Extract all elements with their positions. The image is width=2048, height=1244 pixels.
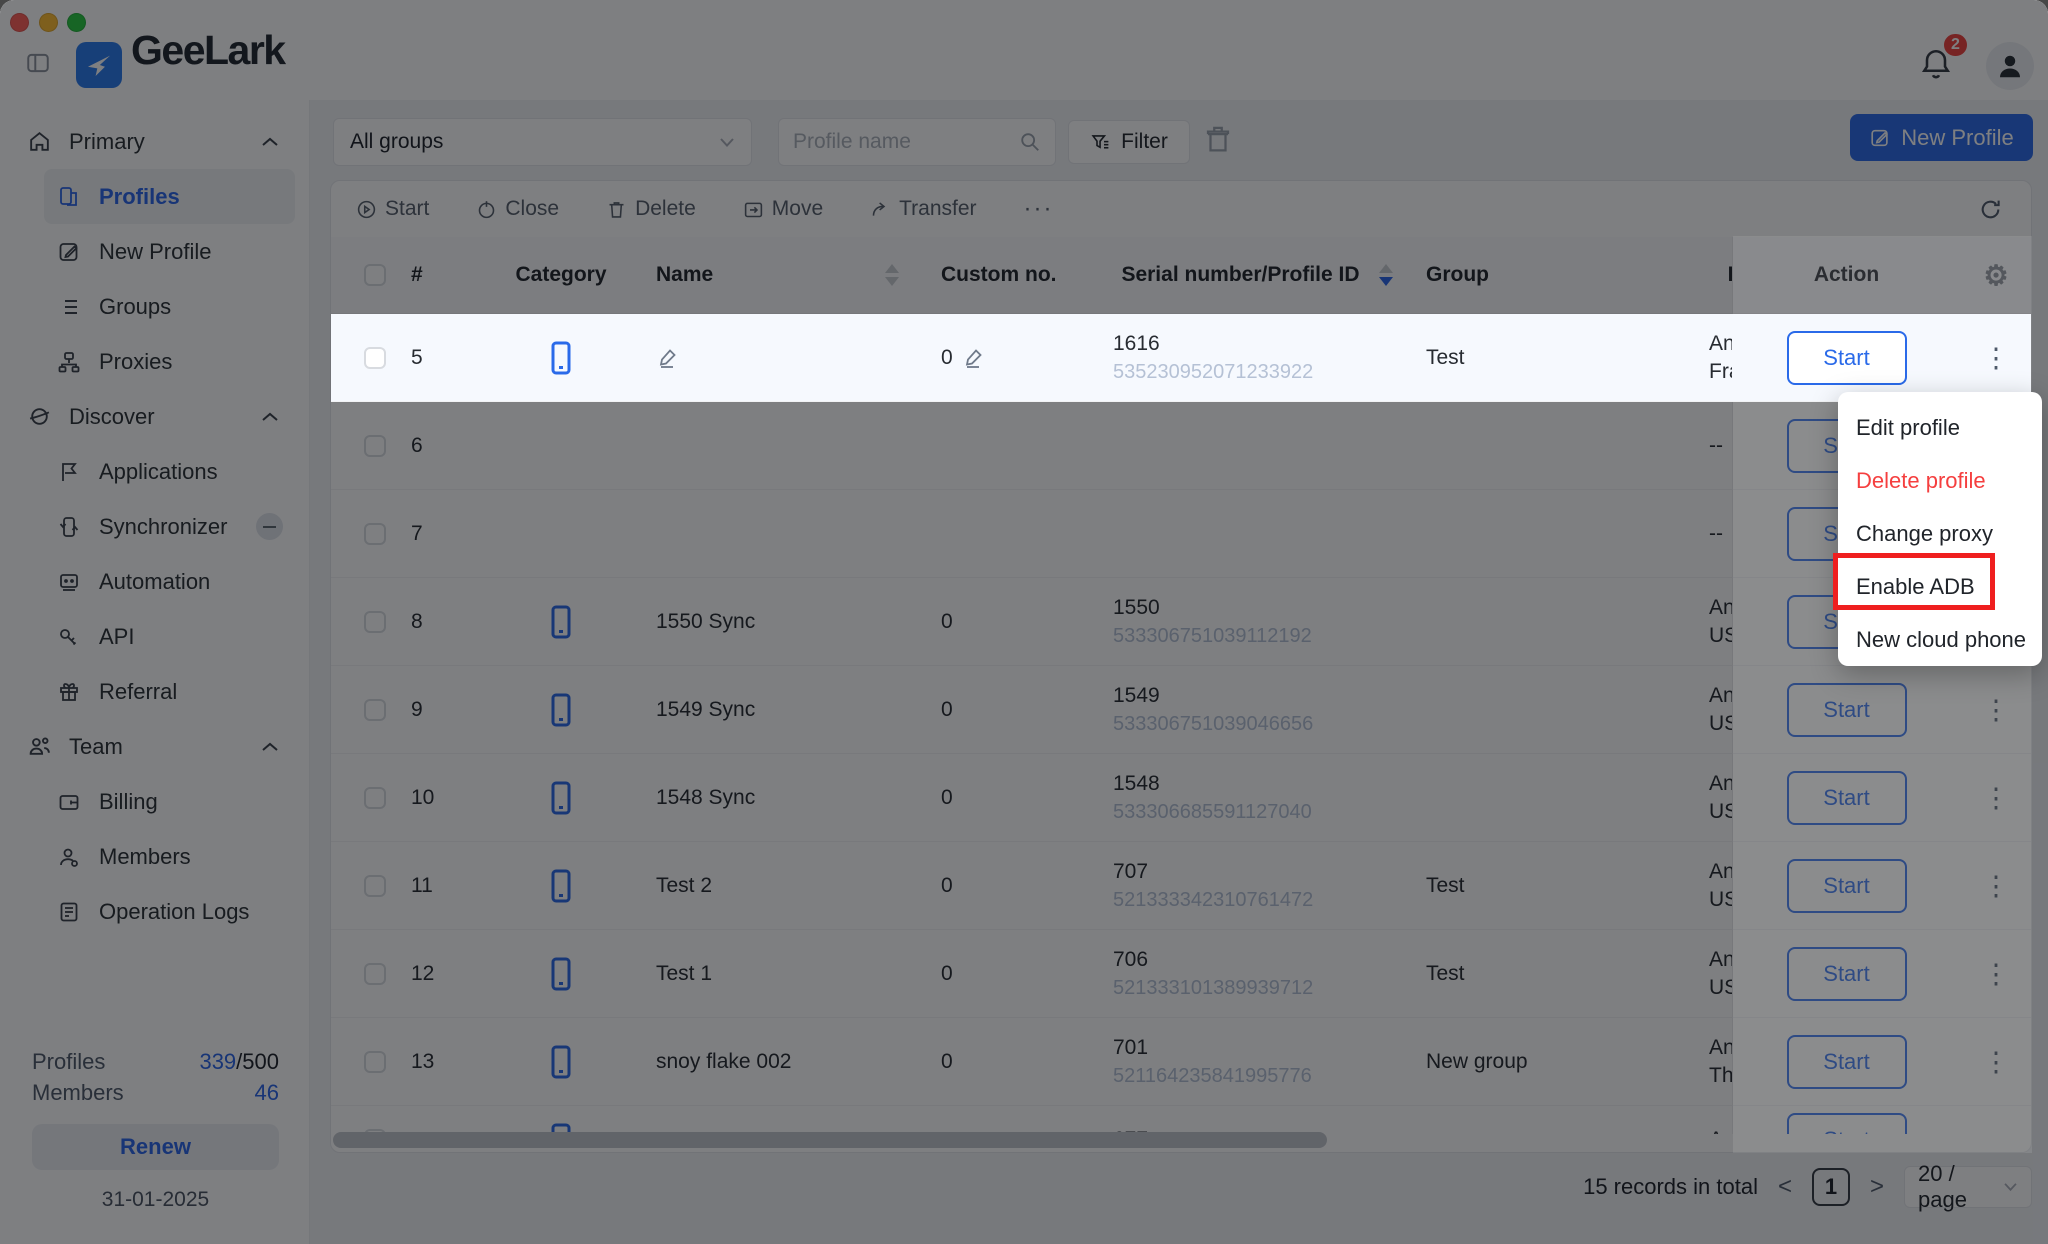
menu-item-edit-profile[interactable]: Edit profile [1838, 401, 2042, 454]
menu-item-change-proxy[interactable]: Change proxy [1838, 507, 2042, 560]
start-button[interactable]: Start [1787, 331, 1907, 385]
group-cell: Test [1401, 314, 1704, 401]
app-window: GeeLark 2 Primary Profiles New Profile [0, 0, 2048, 1244]
serial-number: 1616 [1113, 332, 1160, 356]
menu-item-new-cloud-phone[interactable]: New cloud phone [1838, 613, 2042, 666]
row-checkbox[interactable] [364, 347, 386, 369]
menu-item-delete-profile[interactable]: Delete profile [1838, 454, 2042, 507]
row-more-icon[interactable] [1983, 348, 2010, 368]
table-row: 5 0 1616535230952071233922 Test AnFra St… [331, 314, 2031, 402]
edit-custom-no-icon[interactable] [962, 346, 986, 370]
cloud-phone-icon [549, 340, 573, 376]
profile-id: 535230952071233922 [1113, 361, 1313, 384]
menu-item-enable-adb[interactable]: Enable ADB [1838, 560, 2042, 613]
edit-name-icon[interactable] [656, 346, 680, 370]
row-context-menu: Edit profile Delete profile Change proxy… [1838, 392, 2042, 666]
